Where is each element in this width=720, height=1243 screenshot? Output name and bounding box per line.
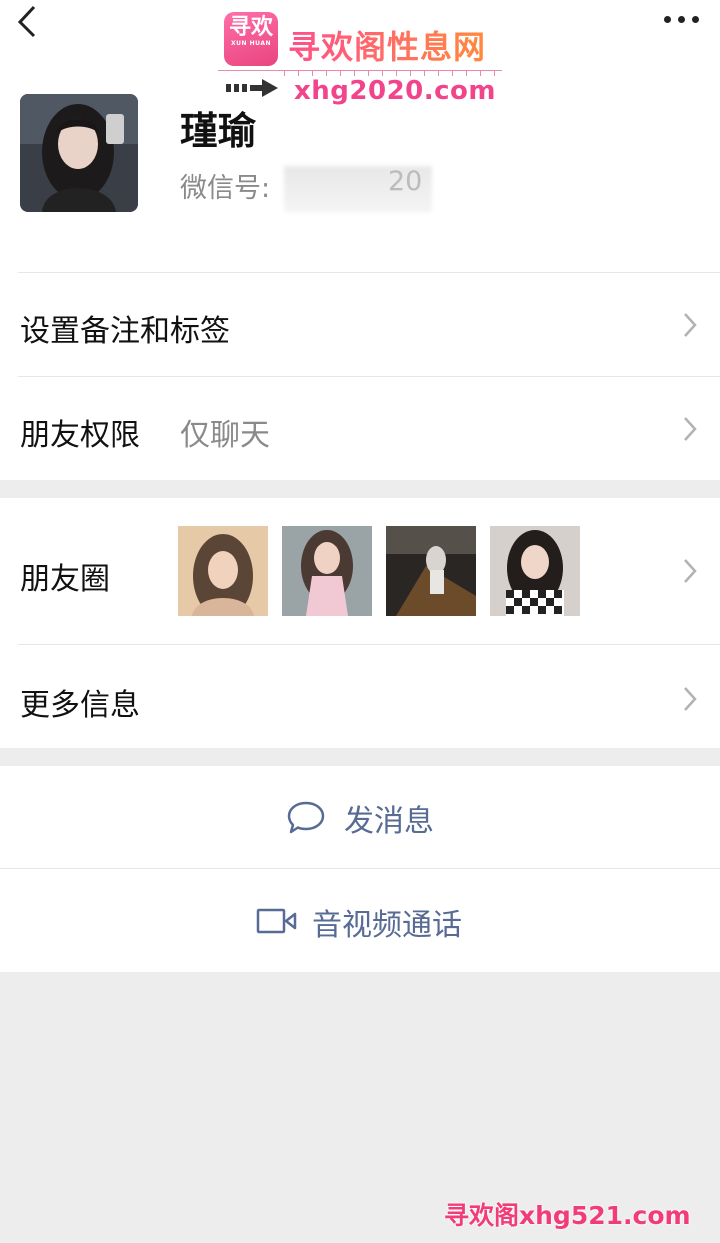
action-section: 发消息 音视频通话 xyxy=(0,766,720,972)
chat-bubble-icon xyxy=(287,801,325,834)
watermark-logo: 寻欢 XUN HUAN xyxy=(224,12,278,66)
watermark-top: 寻欢 XUN HUAN 寻欢阁性息网 xhg2020.com xyxy=(218,6,502,106)
chevron-right-icon xyxy=(684,313,697,337)
video-camera-icon xyxy=(256,908,297,934)
back-icon[interactable] xyxy=(14,4,44,38)
wechat-id-value: 20 xyxy=(284,166,432,212)
moments-thumbnail xyxy=(282,526,372,616)
divider xyxy=(18,376,720,377)
moments-thumbnail xyxy=(386,526,476,616)
divider xyxy=(0,868,720,869)
more-dots-icon xyxy=(664,16,700,24)
contact-name: 瑾瑜 xyxy=(180,109,257,153)
watermark-title: 寻欢阁性息网 xyxy=(288,22,486,68)
profile-section: 寻欢 XUN HUAN 寻欢阁性息网 xhg2020.com 瑾瑜 微信号: 2… xyxy=(0,0,720,480)
moments-label: 朋友圈 xyxy=(20,562,110,597)
chevron-right-icon xyxy=(684,559,697,583)
moments-thumbnail xyxy=(490,526,580,616)
chevron-right-icon xyxy=(684,687,697,711)
video-call-label: 音视频通话 xyxy=(312,908,462,943)
more-options-button[interactable] xyxy=(660,8,700,32)
watermark-arrow-icon xyxy=(226,79,278,97)
avatar-image xyxy=(20,94,138,212)
remark-label: 设置备注和标签 xyxy=(20,314,230,349)
permission-label: 朋友权限 xyxy=(20,418,140,453)
chevron-right-icon xyxy=(684,417,697,441)
divider xyxy=(18,644,720,645)
permission-value: 仅聊天 xyxy=(180,418,270,453)
send-message-button[interactable]: 发消息 xyxy=(0,766,720,868)
avatar[interactable] xyxy=(20,94,138,212)
wechat-id-label: 微信号: xyxy=(180,173,271,204)
send-message-label: 发消息 xyxy=(344,804,434,839)
more-info-label: 更多信息 xyxy=(20,688,140,723)
moments-section: 朋友圈 更多信息 xyxy=(0,498,720,748)
watermark-url: xhg2020.com xyxy=(294,76,496,106)
watermark-bottom: 寻欢阁xhg521.com xyxy=(444,1201,691,1230)
moments-thumbnail xyxy=(178,526,268,616)
divider xyxy=(18,272,720,273)
video-call-button[interactable]: 音视频通话 xyxy=(0,870,720,972)
